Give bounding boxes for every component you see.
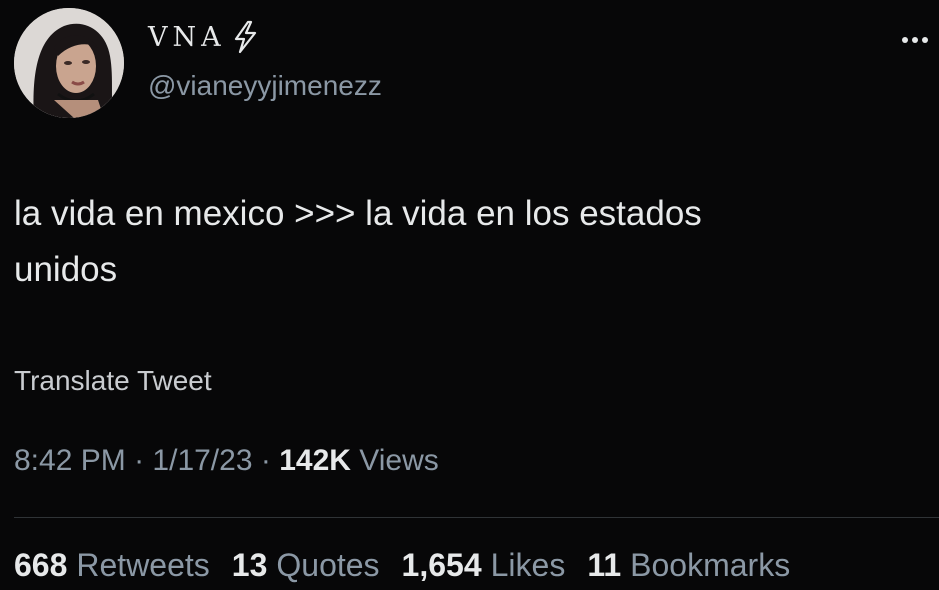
retweets-label: Retweets [76,547,210,583]
retweets-stat[interactable]: 668 Retweets [14,547,210,584]
user-handle[interactable]: @vianeyyjimenezz [148,70,382,102]
engagement-stats: 668 Retweets 13 Quotes 1,654 Likes 11 Bookma… [14,547,790,584]
tweet-time[interactable]: 8:42 PM [14,444,126,477]
translate-tweet-link[interactable]: Translate Tweet [14,365,212,397]
avatar[interactable] [14,8,124,118]
quotes-stat[interactable]: 13 Quotes [232,547,380,584]
views-label: Views [359,444,439,477]
meta-separator: · [260,444,271,477]
more-dot-icon [902,37,908,43]
lightning-bolt-icon [234,20,256,54]
meta-separator: · [134,444,145,477]
quotes-label: Quotes [276,547,380,583]
divider [14,517,939,518]
likes-label: Likes [490,547,566,583]
bookmarks-count: 11 [587,547,622,583]
more-dot-icon [922,37,928,43]
display-name-text: VNA [148,21,226,53]
likes-stat[interactable]: 1,654 Likes [402,547,566,584]
bookmarks-stat[interactable]: 11 Bookmarks [587,547,790,584]
tweet-metadata: 8:42 PM · 1/17/23 · 142K Views [14,444,439,478]
likes-count: 1,654 [401,547,482,583]
more-dot-icon [912,37,918,43]
tweet-card: VNA @vianeyyjimenezz la vida en mexico >… [0,0,939,590]
bookmarks-label: Bookmarks [630,547,791,583]
quotes-count: 13 [231,547,268,583]
avatar-photo [14,8,124,118]
more-options-button[interactable] [895,30,935,50]
tweet-date[interactable]: 1/17/23 [152,444,252,477]
display-name[interactable]: VNA [148,20,260,54]
retweets-count: 668 [14,547,68,583]
tweet-text: la vida en mexico >>> la vida en los est… [14,194,702,289]
views-count: 142K [279,444,351,477]
